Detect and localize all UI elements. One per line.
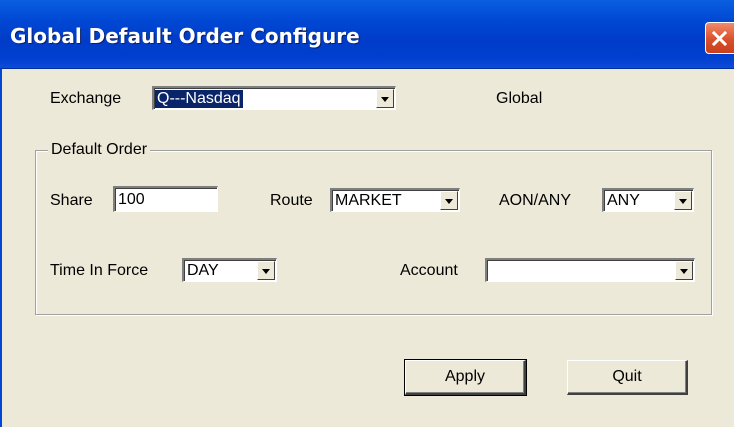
chevron-down-icon[interactable] <box>675 261 693 280</box>
share-label: Share <box>50 192 93 209</box>
share-input[interactable] <box>113 186 218 212</box>
apply-button[interactable]: Apply <box>404 359 527 396</box>
title-bar[interactable]: Global Default Order Configure <box>0 0 734 69</box>
aon-any-select[interactable]: ANY <box>602 188 694 212</box>
aon-any-value: ANY <box>607 192 640 209</box>
chevron-down-icon[interactable] <box>376 89 394 108</box>
default-order-group <box>35 150 712 315</box>
default-order-legend: Default Order <box>48 141 151 159</box>
window-title: Global Default Order Configure <box>10 24 360 48</box>
exchange-label: Exchange <box>50 90 122 107</box>
scope-label: Global <box>496 90 543 107</box>
exchange-select[interactable]: Q---Nasdaq <box>152 86 396 110</box>
account-select[interactable] <box>485 258 695 282</box>
time-in-force-select[interactable]: DAY <box>182 258 277 282</box>
account-label: Account <box>400 262 458 279</box>
close-icon <box>712 31 727 46</box>
quit-button[interactable]: Quit <box>567 360 688 395</box>
aon-any-label: AON/ANY <box>499 192 572 209</box>
chevron-down-icon[interactable] <box>257 261 275 280</box>
chevron-down-icon[interactable] <box>674 191 692 210</box>
time-in-force-label: Time In Force <box>50 262 149 279</box>
route-select[interactable]: MARKET <box>330 188 460 212</box>
route-value: MARKET <box>335 192 402 209</box>
chevron-down-icon[interactable] <box>440 191 458 210</box>
close-button[interactable] <box>705 22 734 54</box>
time-in-force-value: DAY <box>187 262 219 279</box>
route-label: Route <box>270 192 313 209</box>
exchange-value: Q---Nasdaq <box>155 90 243 108</box>
